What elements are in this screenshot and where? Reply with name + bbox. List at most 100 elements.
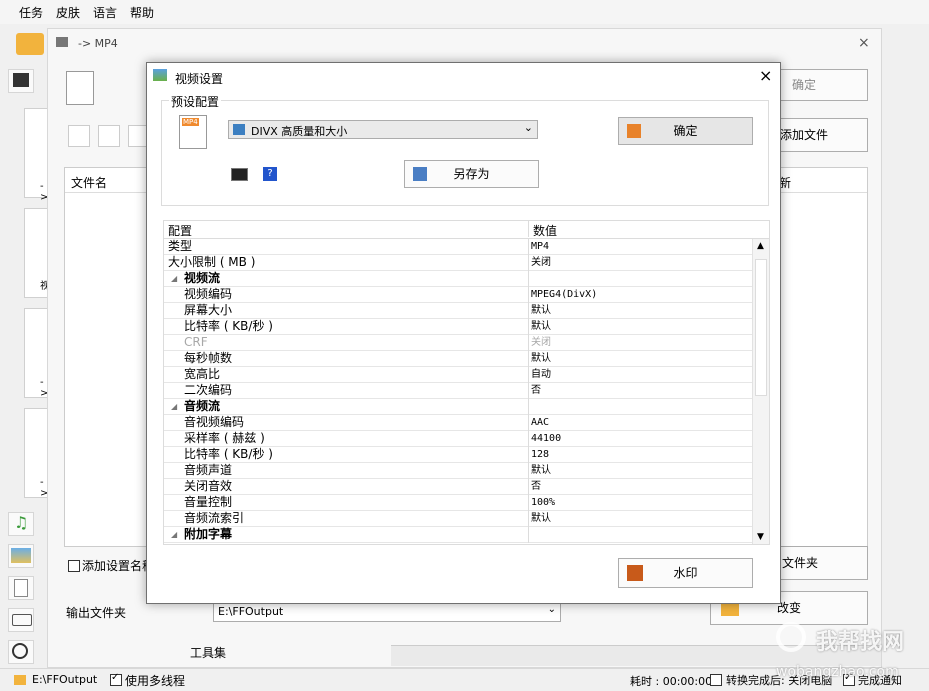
watermark-icon xyxy=(627,565,643,581)
elapsed-time: 耗时 : 00:00:00 xyxy=(630,675,713,688)
setting-key: 关闭音效 xyxy=(184,479,233,493)
setting-key: 宽高比 xyxy=(184,367,221,381)
setting-key: 采样率 ( 赫兹 ) xyxy=(184,431,265,445)
settings-row[interactable]: 屏幕大小 默认 xyxy=(164,303,752,319)
file-name-header: 文件名 xyxy=(71,176,108,190)
settings-row[interactable]: 类型 MP4 xyxy=(164,239,752,255)
setting-value[interactable]: 否 xyxy=(531,383,541,398)
settings-section-row[interactable]: ◢ 附加字幕 xyxy=(164,527,752,543)
settings-grid[interactable]: 配置 数值 类型 MP4 大小限制 ( MB ) 关闭 ◢ 视频流视频编码 MPEG4(Di… xyxy=(163,220,770,545)
menu-task[interactable]: 任务 xyxy=(19,4,43,21)
mp4-file-icon xyxy=(66,71,94,105)
window-icon xyxy=(56,37,68,47)
setting-value[interactable]: 44100 xyxy=(531,431,561,446)
settings-row[interactable]: 关闭音效 否 xyxy=(164,479,752,495)
help-icon[interactable]: ? xyxy=(263,167,277,181)
menu-help[interactable]: 帮助 xyxy=(130,4,154,21)
chevron-down-icon: ⌄ xyxy=(523,121,533,134)
setting-key: 音频声道 xyxy=(184,463,233,477)
output-folder-select[interactable]: E:\FFOutput ⌄ xyxy=(213,602,561,622)
add-setting-name-checkbox[interactable] xyxy=(68,560,80,572)
folder-icon[interactable] xyxy=(16,33,44,55)
setting-key: 附加字幕 xyxy=(184,527,233,541)
picture-icon xyxy=(11,548,31,563)
watermark-url: wobangzhao.com xyxy=(776,664,899,680)
music-note-icon: ♫ xyxy=(14,513,29,532)
menu-language[interactable]: 语言 xyxy=(93,4,117,21)
settings-row[interactable]: 采样率 ( 赫兹 ) 44100 xyxy=(164,431,752,447)
disc-drive-icon xyxy=(12,614,32,626)
setting-key: 比特率 ( KB/秒 ) xyxy=(184,319,273,333)
settings-row[interactable]: 二次编码 否 xyxy=(164,383,752,399)
folder-small-icon xyxy=(14,675,26,685)
toolbar-clear-icon[interactable] xyxy=(98,125,120,147)
toolbar-remove-icon[interactable] xyxy=(68,125,90,147)
setting-value[interactable]: 默认 xyxy=(531,319,551,334)
settings-row[interactable]: 音视频编码 AAC xyxy=(164,415,752,431)
setting-key: 视频编码 xyxy=(184,287,233,301)
settings-section-row[interactable]: ◢ 音频流 xyxy=(164,399,752,415)
setting-key: 大小限制 ( MB ) xyxy=(168,255,256,269)
document-category-button[interactable] xyxy=(8,576,34,600)
close-icon[interactable]: × xyxy=(759,66,772,85)
ok-button[interactable]: 确定 xyxy=(618,117,753,145)
setting-value[interactable]: AAC xyxy=(531,415,549,430)
save-as-button[interactable]: 另存为 xyxy=(404,160,539,188)
setting-value[interactable]: 128 xyxy=(531,447,549,462)
menu-skin[interactable]: 皮肤 xyxy=(56,4,80,21)
command-line-icon[interactable] xyxy=(231,168,248,181)
setting-value[interactable]: 默认 xyxy=(531,463,551,478)
setting-value[interactable]: 自动 xyxy=(531,367,551,382)
settings-row[interactable]: 比特率 ( KB/秒 ) 默认 xyxy=(164,319,752,335)
collapse-triangle-icon[interactable]: ◢ xyxy=(171,271,177,286)
preset-select[interactable]: DIVX 高质量和大小 ⌄ xyxy=(228,120,538,139)
setting-key: 音频流索引 xyxy=(184,511,245,525)
setting-key: 二次编码 xyxy=(184,383,233,397)
config-column-header: 配置 xyxy=(168,224,193,238)
chevron-down-icon: ⌄ xyxy=(547,604,556,615)
film-icon xyxy=(233,124,245,135)
settings-row[interactable]: 音频流索引 默认 xyxy=(164,511,752,527)
video-category-button[interactable] xyxy=(8,69,34,93)
multithread-checkbox[interactable] xyxy=(110,672,122,686)
settings-row[interactable]: 音频声道 默认 xyxy=(164,463,752,479)
settings-row[interactable]: 宽高比 自动 xyxy=(164,367,752,383)
video-settings-dialog: 视频设置 × 预设配置 MP4 DIVX 高质量和大小 ⌄ 确定 ? 另存为 配… xyxy=(146,62,781,604)
settings-row[interactable]: 视频编码 MPEG4(DivX) xyxy=(164,287,752,303)
setting-key: 音量控制 xyxy=(184,495,233,509)
setting-value[interactable]: 默认 xyxy=(531,303,551,318)
settings-row[interactable]: 大小限制 ( MB ) 关闭 xyxy=(164,255,752,271)
preset-group-label: 预设配置 xyxy=(169,93,222,110)
status-path: E:\FFOutput xyxy=(32,673,98,686)
collapse-triangle-icon[interactable]: ◢ xyxy=(171,527,177,542)
setting-value[interactable]: 否 xyxy=(531,479,541,494)
setting-value[interactable]: MPEG4(DivX) xyxy=(531,287,597,302)
watermark-button[interactable]: 水印 xyxy=(618,558,753,588)
settings-row[interactable]: 音量控制 100% xyxy=(164,495,752,511)
setting-value[interactable]: MP4 xyxy=(531,239,549,254)
dialog-title: 视频设置 xyxy=(175,72,224,86)
settings-row[interactable]: 每秒帧数 默认 xyxy=(164,351,752,367)
save-disk-icon xyxy=(413,167,427,181)
picture-category-button[interactable] xyxy=(8,544,34,568)
settings-section-row[interactable]: ◢ 视频流 xyxy=(164,271,752,287)
rom-device-button[interactable] xyxy=(8,608,34,632)
setting-value[interactable]: 关闭 xyxy=(531,335,551,350)
window-title: -> MP4 xyxy=(78,37,118,50)
setting-value[interactable]: 默认 xyxy=(531,511,551,526)
setting-key: 视频流 xyxy=(184,271,221,285)
collapse-triangle-icon[interactable]: ◢ xyxy=(171,399,177,414)
setting-value[interactable]: 100% xyxy=(531,495,555,510)
after-convert-checkbox[interactable] xyxy=(710,674,722,686)
setting-value[interactable]: 默认 xyxy=(531,351,551,366)
settings-row[interactable]: 比特率 ( KB/秒 ) 128 xyxy=(164,447,752,463)
setting-value[interactable]: 关闭 xyxy=(531,255,551,270)
settings-row[interactable]: CRF 关闭 xyxy=(164,335,752,351)
setting-key: 比特率 ( KB/秒 ) xyxy=(184,447,273,461)
utilities-button[interactable] xyxy=(8,640,34,664)
settings-grid-header: 配置 数值 xyxy=(164,221,769,239)
audio-category-button[interactable]: ♫ xyxy=(8,512,34,536)
mp4-preset-icon: MP4 xyxy=(179,115,207,149)
vertical-scrollbar[interactable]: ▲ ▼ xyxy=(752,239,769,544)
close-icon[interactable]: × xyxy=(858,35,870,51)
